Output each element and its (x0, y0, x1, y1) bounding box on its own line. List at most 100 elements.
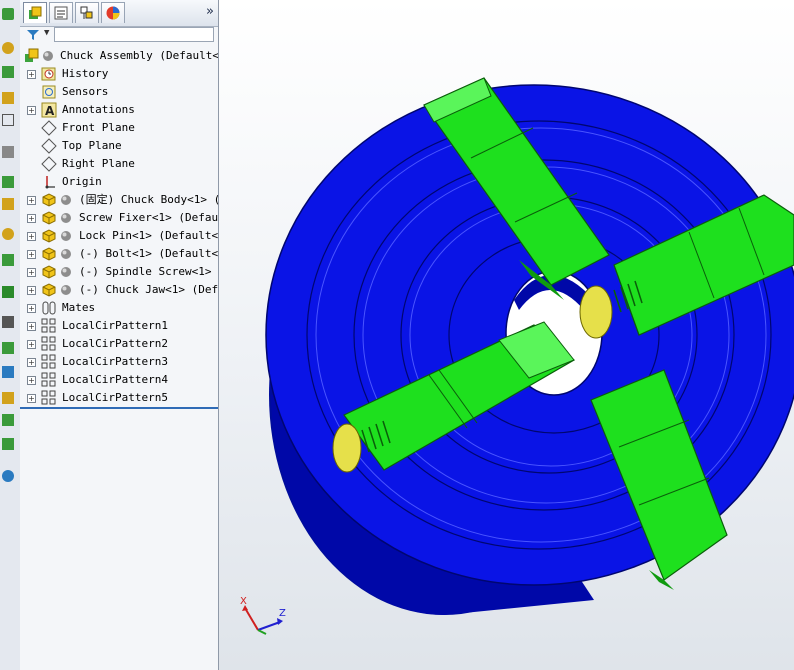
expand-toggle[interactable]: + (27, 376, 36, 385)
expand-toggle[interactable]: + (27, 340, 36, 349)
graphics-viewport[interactable]: X Z (219, 0, 794, 670)
tree-item-label: LocalCirPattern5 (62, 391, 168, 404)
expand-toggle[interactable]: + (27, 358, 36, 367)
expand-toggle[interactable]: + (27, 304, 36, 313)
tool-icon[interactable] (2, 392, 14, 404)
display-state-icon (61, 213, 71, 223)
tree-item-label: Mates (62, 301, 96, 314)
tree-item-label: History (62, 67, 109, 80)
rollback-bar[interactable] (20, 407, 218, 409)
tool-icon[interactable] (2, 42, 14, 54)
tree-item-label: (-) Chuck Jaw<1> (Defau (79, 283, 219, 296)
tool-icon[interactable] (2, 92, 14, 104)
pattern-icon (41, 372, 56, 387)
tree-item-label: LocalCirPattern3 (62, 355, 168, 368)
tree-item-label: Sensors (62, 85, 109, 98)
tree-item-pattern-1[interactable]: + LocalCirPattern1 (20, 317, 218, 335)
filter-input[interactable] (54, 27, 214, 42)
display-state-icon (43, 51, 53, 61)
tree-item-right-plane[interactable]: Right Plane (20, 155, 218, 173)
tree-item-pattern-2[interactable]: + LocalCirPattern2 (20, 335, 218, 353)
filter-icon[interactable] (27, 29, 39, 41)
tree-item-label: LocalCirPattern1 (62, 319, 168, 332)
svg-text:A: A (45, 104, 55, 118)
tool-icon[interactable] (2, 366, 14, 378)
command-toolstrip (0, 0, 21, 670)
display-state-icon (61, 195, 71, 205)
tool-icon[interactable] (2, 316, 14, 328)
tree-item-history[interactable]: + History (20, 65, 218, 83)
sensors-icon (42, 85, 56, 99)
expand-toggle[interactable]: + (27, 286, 36, 295)
tree-item-mates[interactable]: + Mates (20, 299, 218, 317)
display-state-icon (61, 231, 71, 241)
filter-bar: ▼ (22, 27, 216, 43)
expand-toggle[interactable]: + (27, 232, 36, 241)
tree-item-top-plane[interactable]: Top Plane (20, 137, 218, 155)
tree-root-row[interactable]: Chuck Assembly (Default<D (20, 47, 218, 65)
tree-item-annotations[interactable]: + A Annotations (20, 101, 218, 119)
tree-item-label: Right Plane (62, 157, 135, 170)
tool-icon[interactable] (2, 254, 14, 266)
tree-item-pattern-3[interactable]: + LocalCirPattern3 (20, 353, 218, 371)
tree-root-label: Chuck Assembly (Default<D (60, 49, 219, 62)
tab-configuration-manager[interactable] (75, 2, 99, 23)
tree-item-origin[interactable]: Origin (20, 173, 218, 191)
history-icon (41, 67, 56, 81)
part-icon (42, 247, 56, 261)
tool-icon[interactable] (2, 228, 14, 240)
expand-toggle[interactable]: + (27, 394, 36, 403)
tool-icon[interactable] (2, 438, 14, 450)
manager-tabbar: » (20, 0, 218, 27)
tool-icon[interactable] (2, 198, 14, 210)
tree-item-spindle-screw[interactable]: + (-) Spindle Screw<1> (D (20, 263, 218, 281)
tree-item-bolt[interactable]: + (-) Bolt<1> (Default<<D (20, 245, 218, 263)
tree-item-pattern-4[interactable]: + LocalCirPattern4 (20, 371, 218, 389)
part-icon (42, 283, 56, 297)
expand-panel-icon[interactable]: » (206, 5, 214, 19)
tab-property-manager[interactable] (49, 2, 73, 23)
annotations-icon: A (41, 102, 57, 118)
tool-icon[interactable] (2, 470, 14, 482)
tool-icon[interactable] (2, 176, 14, 188)
expand-toggle[interactable]: + (27, 250, 36, 259)
expand-toggle[interactable]: + (27, 214, 36, 223)
expand-toggle[interactable]: + (27, 106, 36, 115)
tree-item-screw-fixer[interactable]: + Screw Fixer<1> (Default (20, 209, 218, 227)
display-state-icon (61, 285, 71, 295)
expand-toggle[interactable]: + (27, 268, 36, 277)
tab-feature-manager[interactable] (23, 2, 47, 23)
axis-x-label: X (240, 596, 247, 607)
tree-item-pattern-5[interactable]: + LocalCirPattern5 (20, 389, 218, 407)
tool-icon[interactable] (2, 146, 14, 158)
tree-item-lock-pin[interactable]: + Lock Pin<1> (Default<<D (20, 227, 218, 245)
tree-item-label: LocalCirPattern4 (62, 373, 168, 386)
expand-toggle[interactable]: + (27, 196, 36, 205)
filter-dropdown-icon[interactable]: ▼ (44, 28, 49, 38)
expand-toggle[interactable]: + (27, 322, 36, 331)
chuck-assembly-model[interactable] (219, 0, 794, 670)
tree-item-front-plane[interactable]: Front Plane (20, 119, 218, 137)
tool-icon[interactable] (2, 66, 14, 78)
tool-icon[interactable] (2, 8, 14, 20)
pattern-icon (41, 336, 56, 351)
display-manager-icon (106, 6, 120, 20)
tree-item-chuck-body[interactable]: + (固定) Chuck Body<1> (D (20, 191, 218, 209)
tool-icon[interactable] (2, 114, 14, 126)
expand-toggle[interactable]: + (27, 70, 36, 79)
tool-icon[interactable] (2, 414, 14, 426)
assembly-icon (25, 48, 39, 62)
pattern-icon (41, 390, 56, 405)
tool-icon[interactable] (2, 286, 14, 298)
tree-item-label: Lock Pin<1> (Default<<D (79, 229, 219, 242)
tree-item-label: Origin (62, 175, 102, 188)
origin-icon (45, 176, 55, 189)
part-icon (42, 229, 56, 243)
tree-item-sensors[interactable]: Sensors (20, 83, 218, 101)
tree-item-label: Front Plane (62, 121, 135, 134)
tab-display-manager[interactable] (101, 2, 125, 23)
feature-manager-panel: » ▼ Chuck Assembly (Default<D + History … (20, 0, 219, 670)
mates-icon (42, 301, 56, 315)
tool-icon[interactable] (2, 342, 14, 354)
tree-item-chuck-jaw[interactable]: + (-) Chuck Jaw<1> (Defau (20, 281, 218, 299)
